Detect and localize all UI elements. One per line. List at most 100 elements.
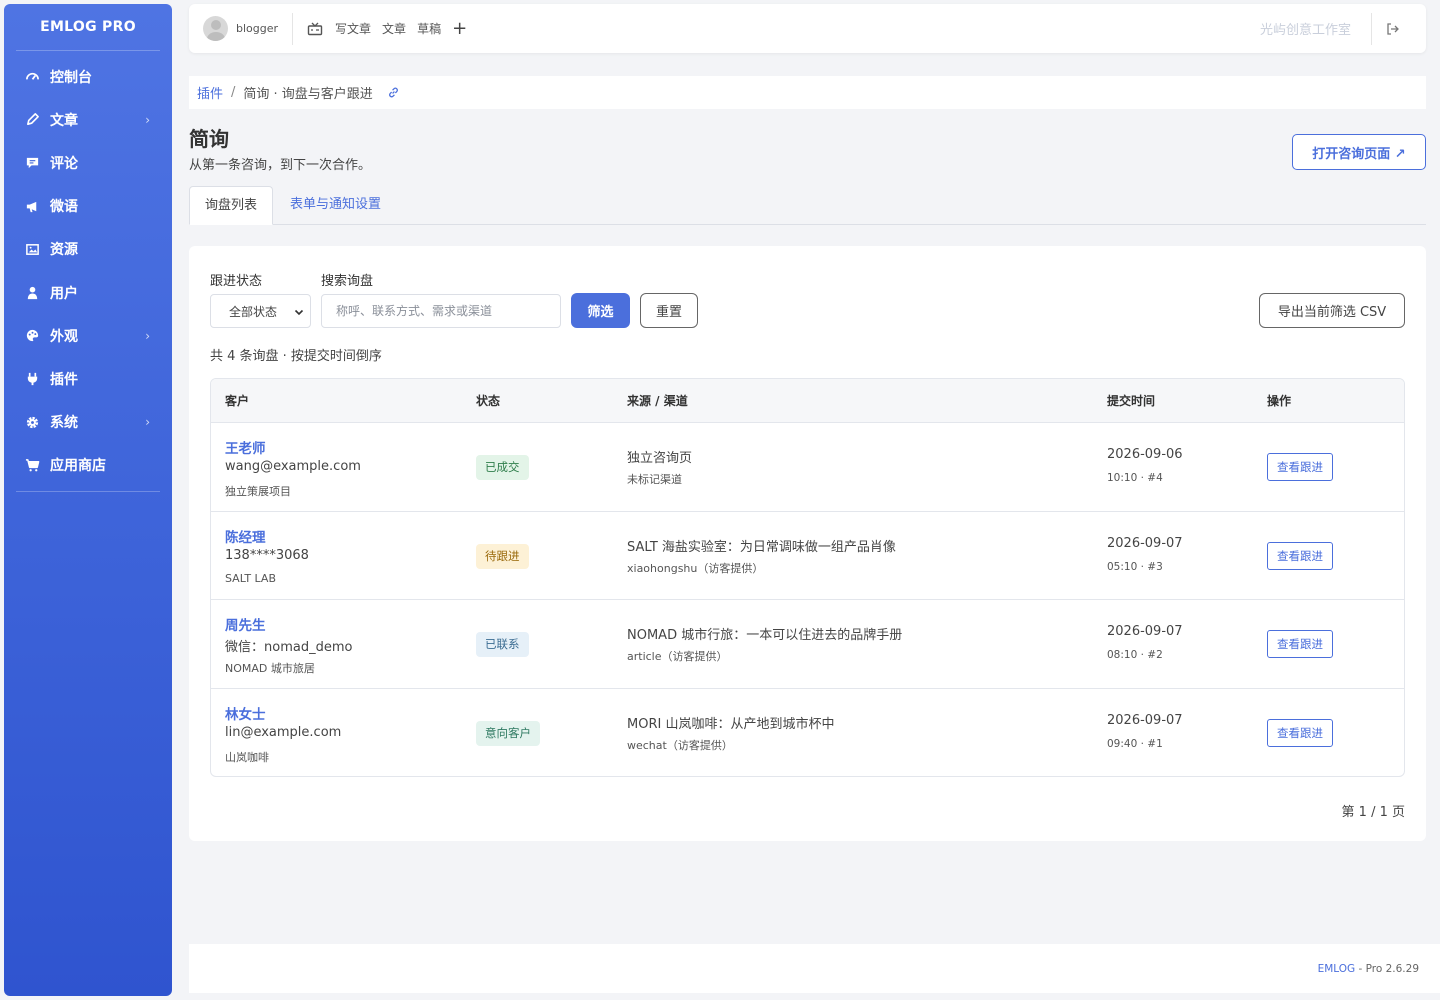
divider <box>292 12 294 45</box>
filter-button[interactable]: 筛选 <box>571 293 630 328</box>
sidebar-item-system[interactable]: 系统 › <box>4 401 172 444</box>
sidebar-item-plugins[interactable]: 插件 <box>4 357 172 400</box>
tv-icon[interactable] <box>307 22 323 36</box>
sidebar-item-label: 微语 <box>50 199 78 216</box>
view-followup-button[interactable]: 查看跟进 <box>1267 630 1333 658</box>
customer-org: NOMAD 城市旅居 <box>225 662 315 675</box>
source-channel: xiaohongshu（访客提供） <box>627 561 764 575</box>
submitted-meta: 05:10 · #3 <box>1107 560 1163 573</box>
username[interactable]: blogger <box>236 22 278 35</box>
breadcrumb-current: 简询 · 询盘与客户跟进 <box>243 87 373 102</box>
source-channel: 未标记渠道 <box>627 473 682 486</box>
footer: EMLOG - Pro 2.6.29 <box>189 944 1440 993</box>
view-followup-button[interactable]: 查看跟进 <box>1267 718 1333 747</box>
sidebar-item-label: 控制台 <box>50 69 92 86</box>
inquiry-card: 跟进状态 搜索询盘 全部状态 筛选 重置 导出当前筛选 CSV 共 4 条询盘 … <box>189 246 1426 841</box>
page-title: 简询 <box>189 127 229 151</box>
customer-org: 独立策展项目 <box>225 485 291 498</box>
search-label: 搜索询盘 <box>321 274 374 289</box>
view-followup-button[interactable]: 查看跟进 <box>1267 541 1333 570</box>
chevron-down-icon <box>294 306 304 320</box>
breadcrumb-plugins-link[interactable]: 插件 <box>197 83 223 102</box>
avatar[interactable] <box>203 16 228 41</box>
submitted-meta: 10:10 · #4 <box>1107 472 1163 484</box>
customer-name-link[interactable]: 王老师 <box>225 437 266 457</box>
sidebar-item-label: 应用商店 <box>50 458 106 475</box>
footer-version: EMLOG - Pro 2.6.29 <box>1318 963 1419 975</box>
customer-org: 山岚咖啡 <box>225 750 269 764</box>
plus-icon[interactable]: + <box>452 18 467 39</box>
status-badge: 意向客户 <box>476 720 540 746</box>
source-title: NOMAD 城市行旅：一本可以住进去的品牌手册 <box>627 628 903 643</box>
sidebar-divider <box>16 490 160 492</box>
chevron-right-icon: › <box>145 112 150 127</box>
tab-inquiry-list[interactable]: 询盘列表 <box>189 186 274 225</box>
customer-name-link[interactable]: 陈经理 <box>225 526 266 546</box>
results-summary: 共 4 条询盘 · 按提交时间倒序 <box>210 349 382 364</box>
tab-form-settings[interactable]: 表单与通知设置 <box>275 186 396 225</box>
site-name-link[interactable]: 光屿创意工作室 <box>1260 19 1351 38</box>
customer-contact: lin@example.com <box>225 724 342 740</box>
customer-org: SALT LAB <box>225 571 276 585</box>
customer-contact: wang@example.com <box>225 459 361 474</box>
image-icon <box>24 241 40 257</box>
pencil-icon <box>24 112 40 128</box>
comment-icon <box>24 155 40 171</box>
view-followup-button[interactable]: 查看跟进 <box>1267 453 1333 481</box>
sidebar-item-users[interactable]: 用户 <box>4 271 172 314</box>
articles-link[interactable]: 文章 <box>382 20 406 37</box>
status-select[interactable]: 全部状态 <box>210 294 311 328</box>
sidebar: EMLOG PRO 控制台 文章 › 评论 微语 资源 用户 外观 › 插件 系… <box>4 4 172 996</box>
inquiry-table: 客户 状态 来源 / 渠道 提交时间 操作 王老师 wang@example.c… <box>210 378 1405 777</box>
open-inquiry-page-button[interactable]: 打开咨询页面 ↗ <box>1292 134 1426 170</box>
palette-icon <box>24 328 40 344</box>
customer-name-link[interactable]: 周先生 <box>225 614 266 634</box>
sidebar-item-appearance[interactable]: 外观 › <box>4 314 172 357</box>
reset-button[interactable]: 重置 <box>640 293 698 328</box>
customer-contact: 微信：nomad_demo <box>225 640 353 655</box>
sidebar-item-label: 评论 <box>50 155 78 172</box>
status-badge: 待跟进 <box>476 543 529 569</box>
source-channel: article（访客提供） <box>627 650 728 663</box>
sidebar-item-app-store[interactable]: 应用商店 <box>4 444 172 487</box>
sidebar-item-media[interactable]: 资源 <box>4 228 172 271</box>
topbar-right: 光屿创意工作室 <box>1260 12 1412 45</box>
drafts-link[interactable]: 草稿 <box>417 20 441 37</box>
plug-icon <box>24 371 40 387</box>
source-channel: wechat（访客提供） <box>627 738 733 752</box>
sidebar-item-comments[interactable]: 评论 <box>4 141 172 184</box>
status-select-value: 全部状态 <box>229 304 278 319</box>
customer-contact: 138****3068 <box>225 547 309 563</box>
search-input[interactable] <box>321 294 561 328</box>
export-csv-button[interactable]: 导出当前筛选 CSV <box>1259 293 1405 328</box>
submitted-date: 2026-09-07 <box>1107 624 1183 639</box>
sidebar-item-microposts[interactable]: 微语 <box>4 185 172 228</box>
megaphone-icon <box>24 198 40 214</box>
link-icon[interactable] <box>387 86 400 99</box>
status-badge: 已成交 <box>476 455 529 480</box>
submitted-date: 2026-09-07 <box>1107 712 1183 728</box>
sidebar-item-label: 文章 <box>50 112 78 129</box>
submitted-date: 2026-09-07 <box>1107 535 1183 551</box>
write-article-link[interactable]: 写文章 <box>335 20 371 37</box>
column-submitted: 提交时间 <box>1107 394 1156 408</box>
dashboard-icon <box>24 69 40 85</box>
source-title: SALT 海盐实验室：为日常调味做一组产品肖像 <box>627 539 896 555</box>
source-title: MORI 山岚咖啡：从产地到城市杯中 <box>627 716 835 732</box>
sidebar-item-label: 外观 <box>50 328 78 345</box>
page-subtitle: 从第一条咨询，到下一次合作。 <box>189 158 372 173</box>
logout-icon[interactable] <box>1386 22 1400 36</box>
source-title: 独立咨询页 <box>627 451 693 466</box>
sidebar-item-dashboard[interactable]: 控制台 <box>4 55 172 98</box>
table-row: 王老师 wang@example.com 独立策展项目 已成交 独立咨询页 未标… <box>211 423 1404 512</box>
customer-name-link[interactable]: 林女士 <box>225 703 266 723</box>
column-action: 操作 <box>1267 394 1292 408</box>
sidebar-nav: 控制台 文章 › 评论 微语 资源 用户 外观 › 插件 系统 › 应用商店 <box>4 51 172 491</box>
footer-brand-link[interactable]: EMLOG <box>1318 963 1356 975</box>
sidebar-item-label: 系统 <box>50 415 78 432</box>
table-row: 陈经理 138****3068 SALT LAB 待跟进 SALT 海盐实验室：… <box>211 512 1404 600</box>
sidebar-item-articles[interactable]: 文章 › <box>4 98 172 141</box>
table-row: 周先生 微信：nomad_demo NOMAD 城市旅居 已联系 NOMAD 城… <box>211 600 1404 689</box>
brand-logo[interactable]: EMLOG PRO <box>4 4 172 50</box>
column-status: 状态 <box>476 394 501 408</box>
